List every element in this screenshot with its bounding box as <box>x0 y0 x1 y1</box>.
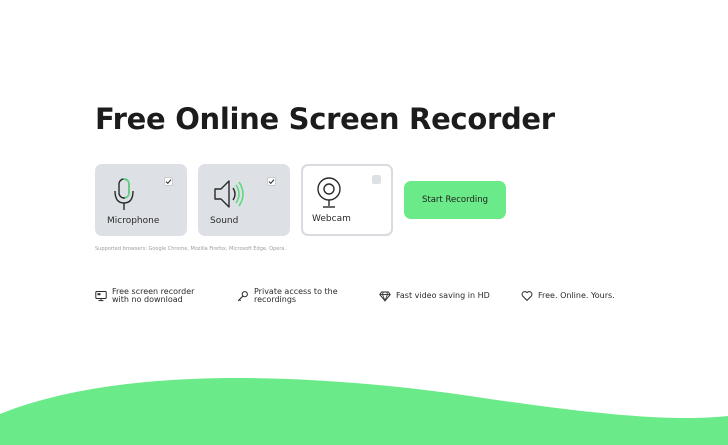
microphone-option[interactable]: Microphone <box>95 164 187 236</box>
page-title: Free Online Screen Recorder <box>95 102 555 136</box>
webcam-checkbox[interactable] <box>372 175 381 184</box>
microphone-checkbox[interactable] <box>164 177 173 186</box>
feature-no-download: Free screen recorder with no download <box>95 285 194 307</box>
decorative-wave <box>0 377 728 445</box>
sound-checkbox[interactable] <box>267 177 276 186</box>
webcam-icon <box>317 177 341 208</box>
heart-icon <box>521 291 533 301</box>
feature-free-online-line1: Free. Online. Yours. <box>538 290 615 300</box>
start-recording-button[interactable]: Start Recording <box>404 181 506 219</box>
feature-private-access-line2: recordings <box>254 295 297 304</box>
diamond-icon <box>379 291 391 302</box>
feature-no-download-line2: with no download <box>112 295 183 304</box>
check-icon <box>268 179 275 185</box>
screen-recorder-page: Free Online Screen Recorder Microphone S… <box>0 0 728 445</box>
supported-browsers-note: Supported browsers: Google Chrome, Mozil… <box>95 246 287 252</box>
check-icon <box>165 179 172 185</box>
feature-hd-saving-line1: Fast video saving in HD <box>396 290 490 300</box>
feature-private-access: Private access to the recordings <box>237 285 338 307</box>
microphone-icon <box>114 178 134 210</box>
recording-options: Microphone Sound Webcam <box>95 164 393 236</box>
sound-label: Sound <box>210 216 239 226</box>
microphone-label: Microphone <box>107 216 160 226</box>
monitor-icon <box>95 291 107 302</box>
webcam-option[interactable]: Webcam <box>301 164 393 236</box>
key-icon <box>237 291 248 302</box>
webcam-label: Webcam <box>312 214 351 224</box>
sound-option[interactable]: Sound <box>198 164 290 236</box>
feature-hd-saving: Fast video saving in HD <box>379 285 490 307</box>
feature-free-online: Free. Online. Yours. <box>521 285 615 307</box>
features-list: Free screen recorder with no download Pr… <box>95 285 655 307</box>
speaker-icon <box>214 180 244 208</box>
